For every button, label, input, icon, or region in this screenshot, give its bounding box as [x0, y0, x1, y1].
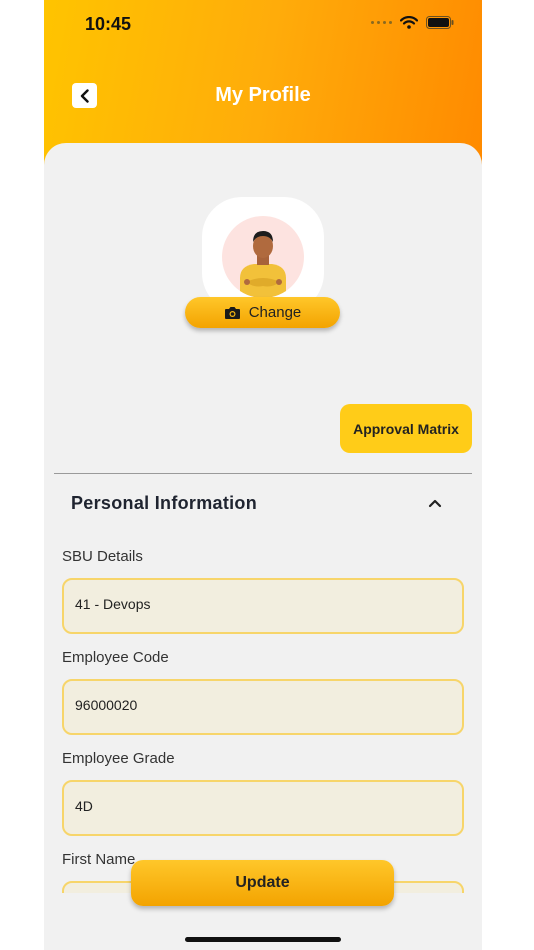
person-avatar-icon	[240, 231, 286, 298]
status-icons	[371, 16, 454, 29]
page-title: My Profile	[215, 84, 311, 106]
sbu-details-label: SBU Details	[62, 548, 143, 565]
employee-code-label: Employee Code	[62, 649, 169, 666]
avatar[interactable]	[222, 216, 304, 298]
employee-code-field[interactable]: 96000020	[62, 679, 464, 735]
sbu-details-value: 41 - Devops	[75, 596, 151, 612]
change-photo-button[interactable]: Change	[185, 297, 340, 328]
section-divider	[54, 473, 472, 474]
wifi-icon	[400, 16, 418, 29]
first-name-label: First Name	[62, 851, 136, 868]
section-title-personal-information[interactable]: Personal Information	[71, 493, 257, 514]
change-photo-label: Change	[248, 304, 302, 321]
employee-grade-field[interactable]: 4D	[62, 780, 464, 836]
approval-matrix-button[interactable]: Approval Matrix	[340, 404, 472, 453]
app-screen: 10:45 My Profile Change Approval Matrix …	[44, 0, 482, 950]
battery-icon	[426, 16, 454, 29]
status-time: 10:45	[85, 14, 132, 34]
update-button[interactable]: Update	[131, 860, 394, 906]
camera-icon	[224, 306, 240, 319]
employee-grade-value: 4D	[75, 798, 93, 814]
employee-grade-label: Employee Grade	[62, 750, 175, 767]
employee-code-value: 96000020	[75, 697, 138, 713]
cellular-signal-icon	[371, 21, 392, 24]
sbu-details-field[interactable]: 41 - Devops	[62, 578, 464, 634]
home-indicator	[185, 937, 341, 942]
chevron-up-icon[interactable]	[426, 496, 444, 510]
